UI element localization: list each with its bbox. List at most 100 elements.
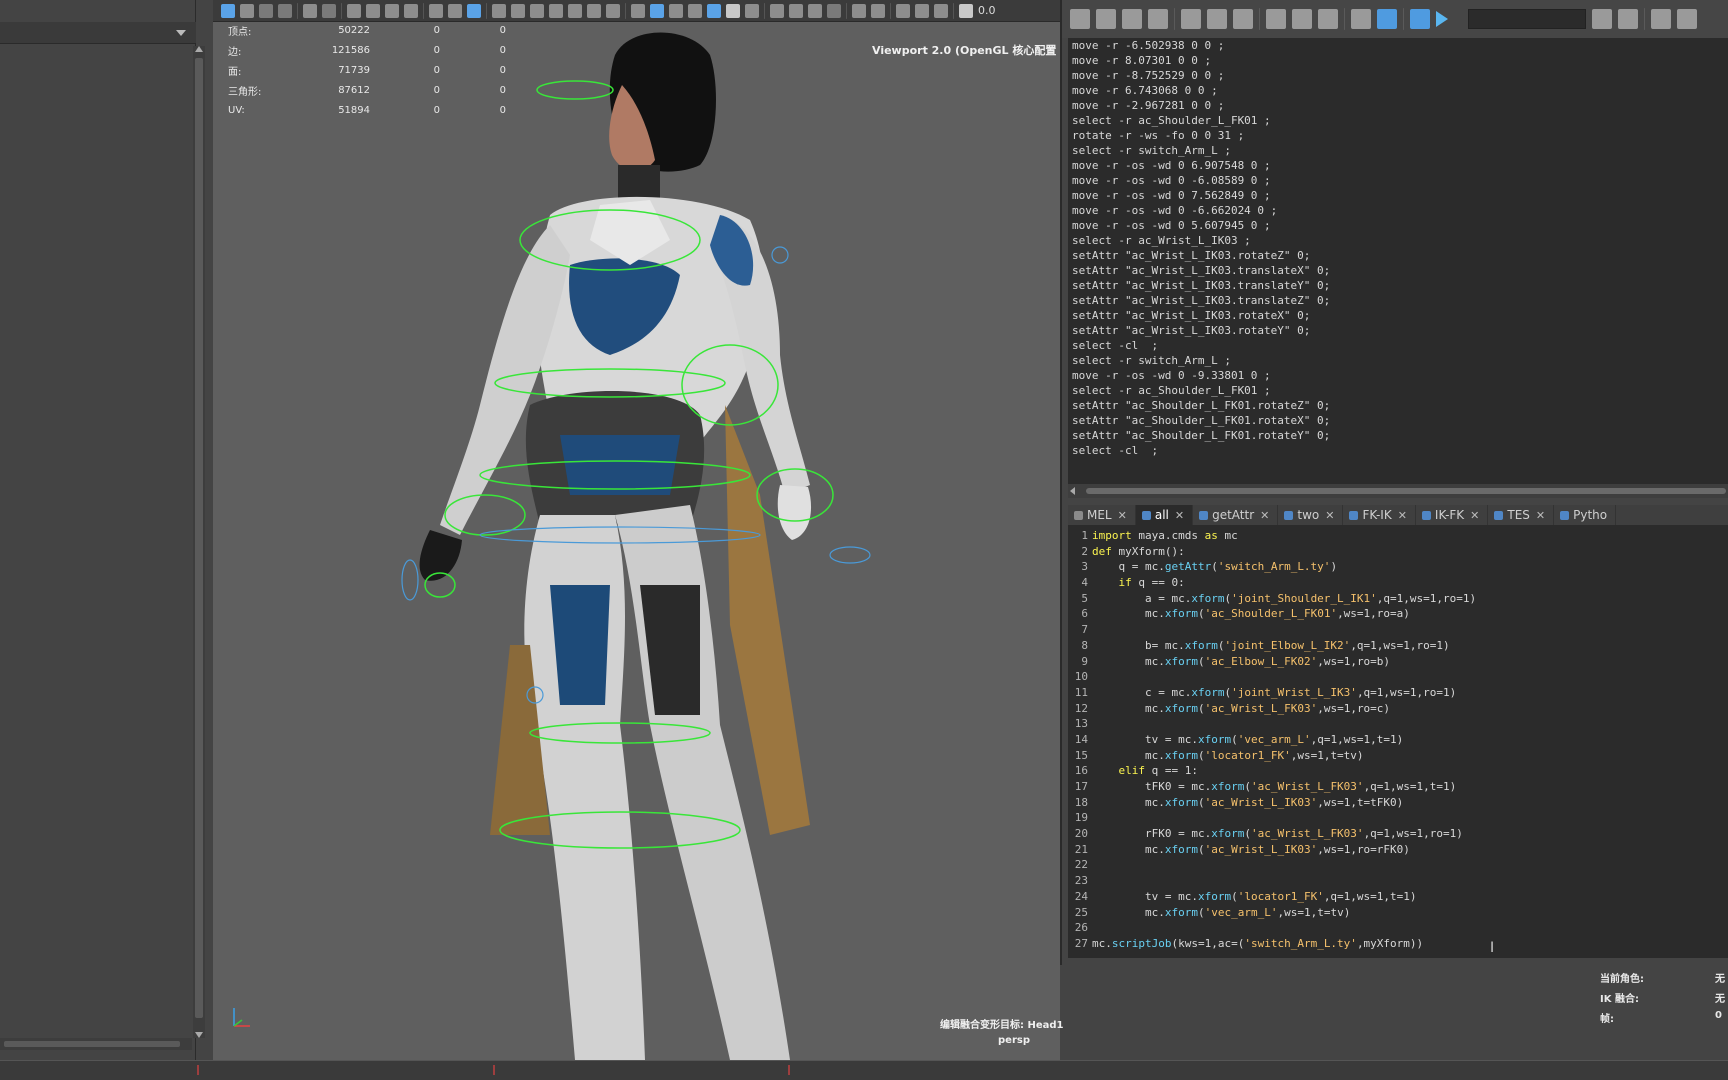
isolate-select-icon[interactable] (852, 3, 866, 18)
bookmark-camera-icon[interactable] (385, 3, 399, 18)
isolate-icon[interactable] (366, 3, 380, 18)
line-number-gutter: 1 2 3 4 5 6 7 8 9 10 11 12 13 14 15 16 17 18 19 20 21 22 23 24 2… (1068, 528, 1088, 952)
tab-two[interactable]: two ✕ (1278, 505, 1344, 525)
ik-hand-l (401, 559, 419, 601)
line-number: 20 (1074, 827, 1088, 841)
left-horizontal-scrollbar[interactable] (0, 1038, 192, 1050)
toolbar-separator (1174, 8, 1175, 30)
line-numbers-icon[interactable] (1377, 9, 1397, 29)
color-management-icon[interactable] (959, 3, 973, 18)
shadows-icon[interactable] (745, 3, 759, 18)
ambient-occlusion-icon[interactable] (770, 3, 784, 18)
open-script-icon[interactable] (1070, 9, 1090, 29)
character-model[interactable] (400, 25, 960, 1060)
scroll-thumb[interactable] (195, 58, 203, 1018)
history-line: move -r -os -wd 0 5.607945 0 ; (1072, 219, 1271, 232)
close-tab-icon[interactable]: ✕ (1118, 509, 1127, 522)
execute-selected-icon[interactable] (1410, 9, 1430, 29)
camera-lock-icon[interactable] (347, 3, 361, 18)
echo-commands-icon[interactable] (1351, 9, 1371, 29)
show-both-icon[interactable] (1318, 9, 1338, 29)
left-vertical-scrollbar[interactable] (193, 46, 205, 1038)
panel-dropdown[interactable] (0, 22, 196, 44)
tab-getattr[interactable]: getAttr ✕ (1193, 505, 1279, 525)
tab-tes[interactable]: TES ✕ (1488, 505, 1555, 525)
gate-mask-icon[interactable] (549, 3, 563, 18)
save-to-shelf-icon[interactable] (1148, 9, 1168, 29)
close-tab-icon[interactable]: ✕ (1175, 509, 1184, 522)
execute-all-icon[interactable] (1436, 11, 1448, 27)
wireframe-icon[interactable] (631, 3, 645, 18)
paint-icon[interactable] (429, 3, 443, 18)
xray-joints-icon[interactable] (871, 3, 885, 18)
clear-input-icon[interactable] (1207, 9, 1227, 29)
field-chart-icon[interactable] (568, 3, 582, 18)
image-plane-icon[interactable] (278, 3, 292, 18)
grease-pencil-icon[interactable] (322, 3, 336, 18)
search-input[interactable] (1468, 9, 1586, 29)
bookmark-icon[interactable] (259, 3, 273, 18)
close-tab-icon[interactable]: ✕ (1398, 509, 1407, 522)
search-next-icon[interactable] (1592, 9, 1612, 29)
tab-all[interactable]: all ✕ (1135, 505, 1194, 525)
show-history-icon[interactable] (1266, 9, 1286, 29)
motion-blur-icon[interactable] (789, 3, 803, 18)
scroll-thumb[interactable] (4, 1041, 180, 1047)
scroll-down-icon[interactable] (195, 1032, 203, 1038)
safe-action-icon[interactable] (587, 3, 601, 18)
select-camera-icon[interactable] (221, 3, 235, 18)
history-output-pane[interactable]: move -r -6.502938 0 0 ; move -r 8.07301 0… (1068, 38, 1728, 484)
smooth-shade-icon[interactable] (650, 3, 664, 18)
chevron-down-icon[interactable] (176, 30, 186, 36)
line-number: 11 (1074, 685, 1088, 699)
tab-pytho[interactable]: Pytho (1554, 505, 1617, 525)
code-input-pane[interactable]: 1 2 3 4 5 6 7 8 9 10 11 12 13 14 15 16 17 18 19 20 21 22 23 24 2… (1068, 525, 1728, 958)
flag-icon[interactable] (404, 3, 418, 18)
axis-gizmo (233, 1008, 250, 1027)
exposure-value[interactable]: 0.0 (978, 4, 996, 17)
depth-of-field-icon[interactable] (827, 3, 841, 18)
sculpt-icon[interactable] (467, 3, 481, 18)
show-input-icon[interactable] (1292, 9, 1312, 29)
tab-mel[interactable]: MEL ✕ (1068, 505, 1136, 525)
grid-icon[interactable] (492, 3, 506, 18)
gamma-icon[interactable] (934, 3, 948, 18)
scroll-up-icon[interactable] (195, 46, 203, 52)
source-script-icon[interactable] (1096, 9, 1116, 29)
xray-icon[interactable] (688, 3, 702, 18)
goto-line-icon[interactable] (1651, 9, 1671, 29)
hud-value: 87612 (338, 84, 370, 96)
code-line: mc.xform('ac_Shoulder_L_FK01',ws=1,ro=a) (1092, 607, 1410, 621)
close-tab-icon[interactable]: ✕ (1470, 509, 1479, 522)
script-options-icon[interactable] (1677, 9, 1697, 29)
wireframe-on-shaded-icon[interactable] (669, 3, 683, 18)
hud-icon[interactable] (896, 3, 910, 18)
anti-aliasing-icon[interactable] (808, 3, 822, 18)
scroll-left-icon[interactable] (1070, 487, 1075, 495)
2d-pan-zoom-icon[interactable] (303, 3, 317, 18)
time-slider[interactable] (0, 1060, 1728, 1080)
lights-icon[interactable] (726, 3, 740, 18)
code-lines[interactable]: import maya.cmds as mc def myXform(): q =… (1092, 528, 1476, 952)
close-tab-icon[interactable]: ✕ (1536, 509, 1545, 522)
tab-ik-fk[interactable]: IK-FK ✕ (1416, 505, 1489, 525)
clear-all-icon[interactable] (1233, 9, 1253, 29)
search-previous-icon[interactable] (1618, 9, 1638, 29)
close-tab-icon[interactable]: ✕ (1260, 509, 1269, 522)
film-gate-icon[interactable] (511, 3, 525, 18)
safe-title-icon[interactable] (606, 3, 620, 18)
save-script-icon[interactable] (1122, 9, 1142, 29)
textured-icon[interactable] (707, 3, 721, 18)
clear-history-icon[interactable] (1181, 9, 1201, 29)
exposure-icon[interactable] (915, 3, 929, 18)
resolution-gate-icon[interactable] (530, 3, 544, 18)
line-number: 6 (1081, 607, 1088, 621)
camera-attributes-icon[interactable] (240, 3, 254, 18)
code-line: c = mc.xform('joint_Wrist_L_IK3',q=1,ws=… (1092, 685, 1457, 699)
hud-label: UV: (228, 104, 245, 116)
snap-icon[interactable] (448, 3, 462, 18)
history-horizontal-scrollbar[interactable] (1068, 484, 1728, 498)
tab-fk-ik[interactable]: FK-IK ✕ (1343, 505, 1416, 525)
close-tab-icon[interactable]: ✕ (1325, 509, 1334, 522)
scroll-thumb[interactable] (1086, 488, 1726, 494)
